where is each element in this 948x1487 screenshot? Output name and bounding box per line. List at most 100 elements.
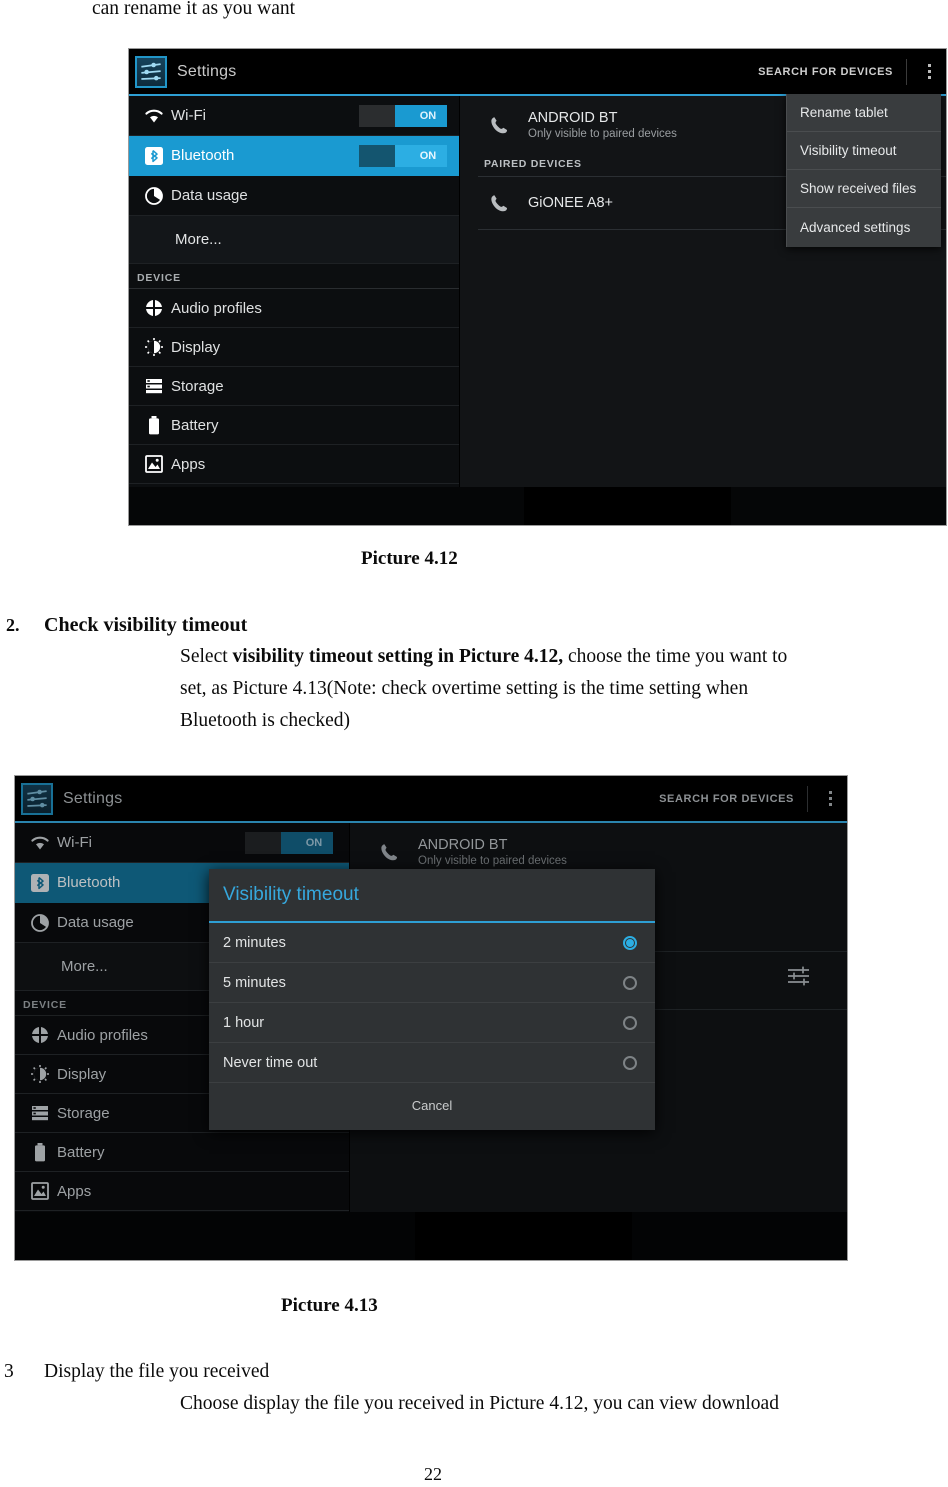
apps-image-icon bbox=[137, 445, 171, 484]
picture-4-12-screenshot: Settings SEARCH FOR DEVICES Wi-Fi ON Blu… bbox=[128, 48, 947, 526]
bluetooth-icon bbox=[137, 136, 171, 176]
sidebar-item-wifi[interactable]: Wi-Fi ON bbox=[15, 823, 349, 863]
bluetooth-self-subtitle: Only visible to paired devices bbox=[528, 128, 677, 140]
sidebar-item-label: Audio profiles bbox=[171, 299, 262, 317]
bluetooth-toggle-label: ON bbox=[419, 150, 437, 162]
bluetooth-self-name: ANDROID BT bbox=[418, 837, 508, 853]
cancel-button[interactable]: Cancel bbox=[209, 1083, 655, 1128]
sidebar-item-label: Apps bbox=[57, 1182, 92, 1200]
app-title: Settings bbox=[177, 62, 237, 80]
body-text-rest: choose the time you want to bbox=[563, 646, 788, 667]
body-text-bold-ref: visibility timeout setting in Picture 4.… bbox=[232, 646, 564, 667]
dialog-option-1-hour[interactable]: 1 hour bbox=[209, 1003, 655, 1043]
section-2-body-line-1: Select visibility timeout setting in Pic… bbox=[180, 646, 787, 668]
display-brightness-icon bbox=[23, 1055, 57, 1094]
settings-sidebar: Wi-Fi ON bbox=[129, 96, 459, 525]
system-navigation-bar bbox=[129, 487, 946, 525]
search-for-devices-button[interactable]: SEARCH FOR DEVICES bbox=[659, 793, 794, 805]
action-bar: Settings SEARCH FOR DEVICES bbox=[15, 776, 847, 821]
sidebar-item-storage[interactable]: Storage bbox=[129, 367, 459, 406]
phone-handset-icon bbox=[488, 114, 528, 136]
sidebar-item-label: Display bbox=[171, 338, 221, 356]
menu-item-show-received-files[interactable]: Show received files bbox=[787, 170, 941, 208]
sidebar-item-label: Audio profiles bbox=[57, 1026, 148, 1044]
sidebar-item-label: Battery bbox=[57, 1143, 105, 1161]
search-for-devices-button[interactable]: SEARCH FOR DEVICES bbox=[758, 66, 893, 78]
dialog-option-2-minutes[interactable]: 2 minutes bbox=[209, 923, 655, 963]
phone-handset-icon bbox=[378, 841, 418, 863]
wifi-toggle-label: ON bbox=[419, 110, 437, 122]
app-title: Settings bbox=[63, 789, 123, 807]
sidebar-item-label: Storage bbox=[171, 377, 224, 395]
dialog-option-label: 2 minutes bbox=[223, 934, 286, 951]
sidebar-item-label: Storage bbox=[57, 1104, 110, 1122]
overflow-menu-icon[interactable] bbox=[821, 788, 839, 810]
dialog-option-never-time-out[interactable]: Never time out bbox=[209, 1043, 655, 1083]
radio-button[interactable] bbox=[623, 1015, 637, 1030]
nav-bar-left-region[interactable] bbox=[129, 487, 524, 525]
section-2-title: Check visibility timeout bbox=[44, 614, 248, 636]
sidebar-item-label: Bluetooth bbox=[57, 874, 121, 891]
nav-bar-left-region[interactable] bbox=[15, 1212, 415, 1260]
sidebar-item-apps[interactable]: Apps bbox=[129, 445, 459, 484]
wifi-toggle[interactable]: ON bbox=[359, 105, 447, 127]
sidebar-item-label: Apps bbox=[171, 455, 206, 473]
intro-text: can rename it as you want bbox=[92, 0, 296, 19]
sidebar-item-audio-profiles[interactable]: Audio profiles bbox=[129, 289, 459, 328]
dialog-option-label: Never time out bbox=[223, 1054, 318, 1071]
battery-icon bbox=[137, 406, 171, 445]
sidebar-item-wifi[interactable]: Wi-Fi ON bbox=[129, 96, 459, 136]
radio-button-selected[interactable] bbox=[623, 935, 637, 950]
sidebar-item-label: Display bbox=[57, 1065, 107, 1083]
wifi-toggle[interactable]: ON bbox=[245, 832, 333, 854]
sidebar-item-label: More... bbox=[175, 231, 222, 248]
section-3-title: Display the file you received bbox=[44, 1361, 270, 1382]
wifi-icon bbox=[137, 96, 171, 136]
document-page: can rename it as you want Settings SEARC… bbox=[0, 0, 948, 1487]
sidebar-item-label: Wi-Fi bbox=[171, 107, 206, 124]
section-3-body-line-1: Choose display the file you received in … bbox=[180, 1393, 779, 1414]
sidebar-item-label: Bluetooth bbox=[171, 147, 235, 164]
nav-bar-right-region[interactable] bbox=[731, 487, 946, 525]
sidebar-section-header-device: DEVICE bbox=[129, 264, 459, 289]
menu-item-advanced-settings[interactable]: Advanced settings bbox=[787, 208, 941, 247]
wifi-icon bbox=[23, 823, 57, 863]
radio-button[interactable] bbox=[623, 1055, 637, 1070]
dialog-option-5-minutes[interactable]: 5 minutes bbox=[209, 963, 655, 1003]
paired-device-name: GiONEE A8+ bbox=[528, 195, 614, 211]
sidebar-item-label: Data usage bbox=[171, 187, 248, 204]
section-3-number: 3 bbox=[4, 1361, 14, 1382]
section-2-body-line-2: set, as Picture 4.13(Note: check overtim… bbox=[180, 678, 749, 699]
overflow-menu-icon[interactable] bbox=[920, 61, 938, 83]
storage-icon bbox=[23, 1094, 57, 1133]
system-navigation-bar bbox=[15, 1212, 847, 1260]
picture-4-13-screenshot: Settings SEARCH FOR DEVICES Wi-Fi ON Blu… bbox=[14, 775, 848, 1261]
settings-sliders-icon bbox=[21, 782, 53, 815]
bluetooth-toggle[interactable]: ON bbox=[359, 145, 447, 167]
sidebar-item-data-usage[interactable]: Data usage bbox=[129, 176, 459, 216]
sidebar-item-more[interactable]: More... bbox=[129, 216, 459, 264]
menu-item-rename-tablet[interactable]: Rename tablet bbox=[787, 94, 941, 132]
phone-handset-icon bbox=[488, 192, 528, 214]
section-2-number: 2. bbox=[6, 615, 20, 635]
radio-button[interactable] bbox=[623, 975, 637, 990]
sidebar-item-display[interactable]: Display bbox=[129, 328, 459, 367]
sidebar-item-battery[interactable]: Battery bbox=[129, 406, 459, 445]
overflow-popup-menu[interactable]: Rename tablet Visibility timeout Show re… bbox=[786, 94, 941, 247]
menu-item-visibility-timeout[interactable]: Visibility timeout bbox=[787, 132, 941, 170]
sidebar-item-battery[interactable]: Battery bbox=[15, 1133, 349, 1172]
caption-picture-4-12: Picture 4.12 bbox=[361, 548, 458, 569]
device-settings-sliders-icon[interactable] bbox=[787, 965, 811, 992]
sidebar-item-apps[interactable]: Apps bbox=[15, 1172, 349, 1211]
wifi-toggle-label: ON bbox=[305, 837, 323, 849]
nav-bar-right-region[interactable] bbox=[632, 1212, 847, 1260]
body-text-select: Select bbox=[180, 646, 233, 667]
page-number: 22 bbox=[424, 1464, 442, 1484]
action-bar-divider bbox=[807, 785, 808, 812]
data-usage-icon bbox=[137, 176, 171, 216]
sidebar-item-bluetooth[interactable]: Bluetooth ON bbox=[129, 136, 459, 176]
action-bar: Settings SEARCH FOR DEVICES bbox=[129, 49, 946, 94]
visibility-timeout-dialog[interactable]: Visibility timeout 2 minutes 5 minutes 1… bbox=[209, 869, 655, 1130]
settings-sliders-icon bbox=[135, 55, 167, 88]
sidebar-item-label: Battery bbox=[171, 416, 219, 434]
